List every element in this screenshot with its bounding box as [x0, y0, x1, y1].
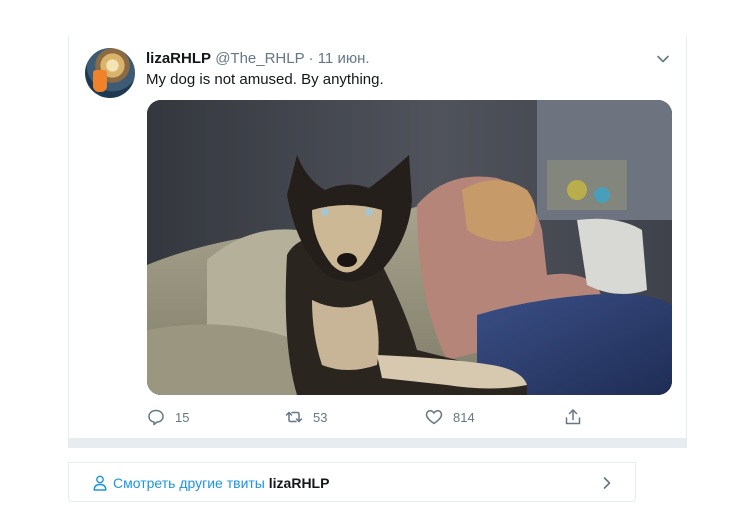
chevron-right-icon[interactable]	[601, 476, 613, 490]
retweet-icon	[285, 411, 303, 423]
user-handle[interactable]: @The_RHLP	[215, 50, 304, 67]
person-icon	[93, 475, 107, 491]
tweet-divider	[69, 438, 686, 448]
dog-photo-illustration	[147, 100, 672, 395]
tweet-actions: 15 53 814	[147, 406, 607, 428]
share-icon	[565, 409, 581, 425]
more-tweets-link[interactable]: Смотреть другие твиты	[113, 475, 265, 491]
avatar-drink-detail	[93, 70, 107, 92]
tweet-card[interactable]: lizaRHLP @The_RHLP · 11 июн. My dog is n…	[68, 36, 687, 448]
tweet-photo[interactable]	[147, 100, 672, 395]
reply-icon	[148, 409, 164, 426]
tweet-header: lizaRHLP @The_RHLP · 11 июн.	[146, 49, 370, 69]
retweet-count: 53	[313, 409, 328, 425]
more-tweets-bar[interactable]: Смотреть другие твиты lizaRHLP	[68, 462, 636, 502]
tweet-text: My dog is not amused. By anything.	[146, 71, 384, 88]
more-tweets-username[interactable]: lizaRHLP	[269, 475, 330, 491]
reply-action[interactable]: 15	[147, 406, 189, 428]
chevron-down-icon[interactable]	[656, 52, 670, 66]
separator-dot: ·	[308, 50, 314, 67]
like-action[interactable]: 814	[425, 406, 475, 428]
reply-count: 15	[175, 409, 190, 425]
more-tweets-label[interactable]: Смотреть другие твиты lizaRHLP	[113, 474, 329, 492]
like-count: 814	[453, 409, 475, 425]
display-name[interactable]: lizaRHLP	[146, 50, 211, 67]
tweet-date[interactable]: 11 июн.	[318, 50, 370, 67]
share-action[interactable]	[564, 406, 582, 428]
heart-icon	[425, 410, 443, 425]
avatar[interactable]	[85, 48, 135, 98]
retweet-action[interactable]: 53	[285, 406, 327, 428]
